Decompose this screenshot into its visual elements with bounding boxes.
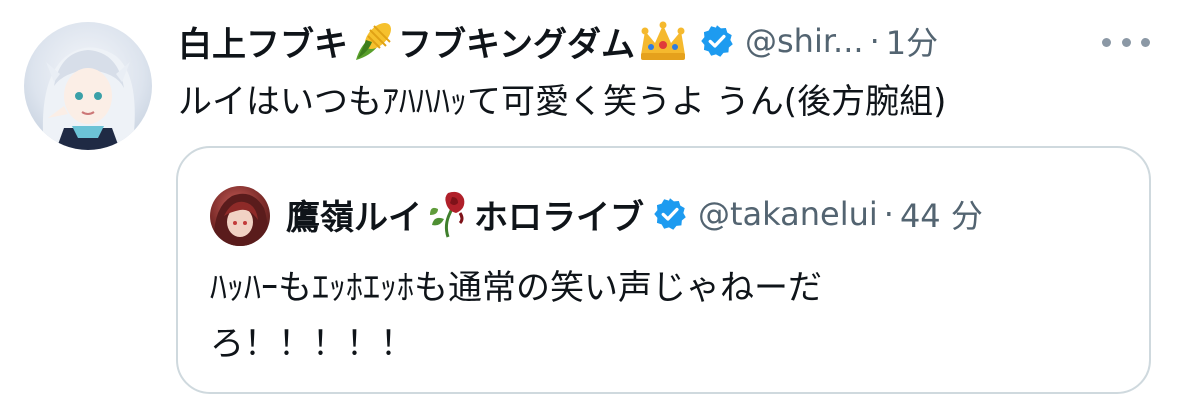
- author-avatar[interactable]: [24, 22, 152, 150]
- separator-dot: ·: [869, 22, 880, 60]
- author-name-suffix[interactable]: フブキングダム: [398, 17, 635, 66]
- wilted-rose-emoji: [424, 189, 472, 239]
- quoted-tweet-timestamp: 44 分: [899, 197, 983, 235]
- quoted-author-name-suffix: ホロライブ: [474, 197, 644, 238]
- more-options-icon[interactable]: [1102, 30, 1150, 54]
- author-name[interactable]: 白上フブキ: [178, 17, 348, 66]
- quoted-author-avatar: [210, 186, 270, 246]
- quoted-tweet-header: 鷹嶺ルイ ホロライブ @takanelui · 44 分: [286, 184, 983, 244]
- quoted-author-name: 鷹嶺ルイ: [286, 197, 422, 238]
- quoted-author-handle: @takanelui: [698, 195, 878, 233]
- tweet-timestamp[interactable]: 1分: [886, 18, 938, 64]
- tweet-header: 白上フブキ フブキングダム @shir... · 1分: [178, 16, 938, 66]
- author-handle[interactable]: @shir...: [745, 22, 864, 60]
- crown-emoji: [637, 19, 689, 63]
- separator-dot: ·: [883, 195, 894, 233]
- verified-badge-icon: [652, 196, 688, 232]
- verified-badge-icon: [699, 23, 735, 59]
- quoted-tweet-text: ﾊｯﾊｰもｴｯﾎｴｯﾎも通常の笑い声じゃねーだろ！！！！！: [210, 268, 822, 364]
- tweet-text: ルイはいつもｱﾊﾊﾊｯて可愛く笑うよ うん(後方腕組): [178, 82, 947, 122]
- quoted-tweet-card[interactable]: 鷹嶺ルイ ホロライブ @takanelui · 44 分 ﾊｯﾊｰもｴｯﾎｴｯﾎ…: [176, 146, 1151, 394]
- avatar-illustration: [42, 47, 135, 150]
- corn-emoji: [350, 18, 396, 64]
